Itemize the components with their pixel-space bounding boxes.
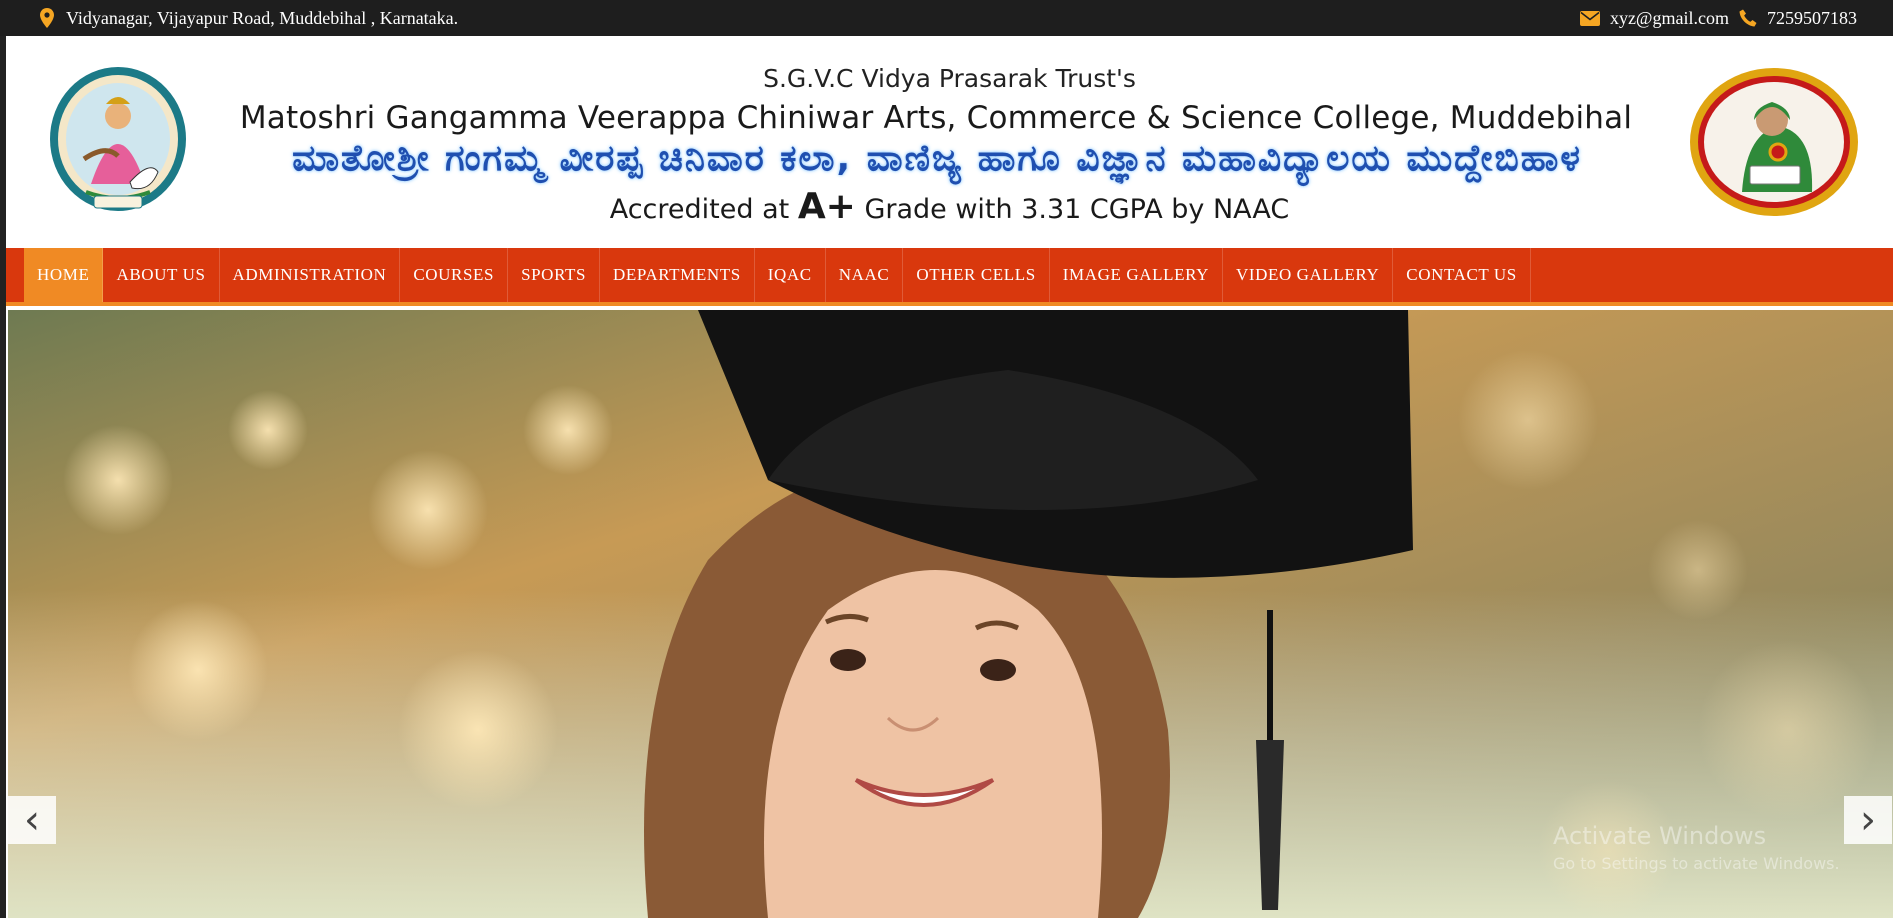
nav-video-gallery[interactable]: VIDEO GALLERY: [1223, 248, 1394, 302]
top-bar: Vidyanagar, Vijayapur Road, Muddebihal ,…: [0, 0, 1893, 36]
founder-portrait-logo[interactable]: [1686, 64, 1862, 220]
chevron-left-icon: ‹: [24, 797, 40, 843]
email-link[interactable]: xyz@gmail.com: [1610, 8, 1729, 29]
trust-name: S.G.V.C Vidya Prasarak Trust's: [763, 64, 1136, 93]
site-header: S.G.V.C Vidya Prasarak Trust's Matoshri …: [6, 36, 1893, 248]
accreditation-line: Accredited at A+ Grade with 3.31 CGPA by…: [6, 186, 1893, 227]
college-name-kannada: ಮಾತೋಶ್ರೀ ಗಂಗಮ್ಮ ವೀರಪ್ಪ ಚಿನಿವಾರ ಕಲಾ, ವಾಣಿ…: [292, 138, 1582, 179]
slider-next-button[interactable]: ›: [1844, 796, 1892, 844]
nav-courses[interactable]: COURSES: [400, 248, 509, 302]
map-pin-icon: [40, 8, 54, 28]
nav-about-us[interactable]: ABOUT US: [103, 248, 220, 302]
address-text: Vidyanagar, Vijayapur Road, Muddebihal ,…: [66, 7, 459, 28]
nav-contact-us[interactable]: CONTACT US: [1393, 248, 1531, 302]
nav-other-cells[interactable]: OTHER CELLS: [903, 248, 1050, 302]
slider-prev-button[interactable]: ‹: [8, 796, 56, 844]
activate-windows-watermark: Activate Windows Go to Settings to activ…: [1553, 822, 1840, 873]
nav-iqac[interactable]: IQAC: [755, 248, 826, 302]
contact-block: xyz@gmail.com 7259507183: [1579, 0, 1857, 36]
accreditation-grade: A+: [797, 186, 856, 227]
nav-home[interactable]: HOME: [24, 248, 104, 302]
nav-image-gallery[interactable]: IMAGE GALLERY: [1050, 248, 1223, 302]
envelope-icon: [1579, 10, 1600, 26]
nav-administration[interactable]: ADMINISTRATION: [220, 248, 401, 302]
address-block: Vidyanagar, Vijayapur Road, Muddebihal ,…: [40, 0, 458, 36]
phone-link[interactable]: 7259507183: [1767, 8, 1857, 29]
college-name-english: Matoshri Gangamma Veerappa Chiniwar Arts…: [239, 100, 1633, 136]
nav-naac[interactable]: NAAC: [826, 248, 904, 302]
watermark-subtitle: Go to Settings to activate Windows.: [1553, 854, 1840, 873]
phone-icon: [1739, 9, 1757, 27]
watermark-title: Activate Windows: [1553, 822, 1767, 850]
accreditation-suffix: Grade with 3.31 CGPA by NAAC: [864, 194, 1290, 225]
accreditation-prefix: Accredited at: [609, 194, 790, 225]
nav-sports[interactable]: SPORTS: [508, 248, 601, 302]
chevron-right-icon: ›: [1860, 797, 1876, 843]
nav-departments[interactable]: DEPARTMENTS: [600, 248, 755, 302]
main-navigation: HOME ABOUT US ADMINISTRATION COURSES SPO…: [6, 248, 1893, 306]
